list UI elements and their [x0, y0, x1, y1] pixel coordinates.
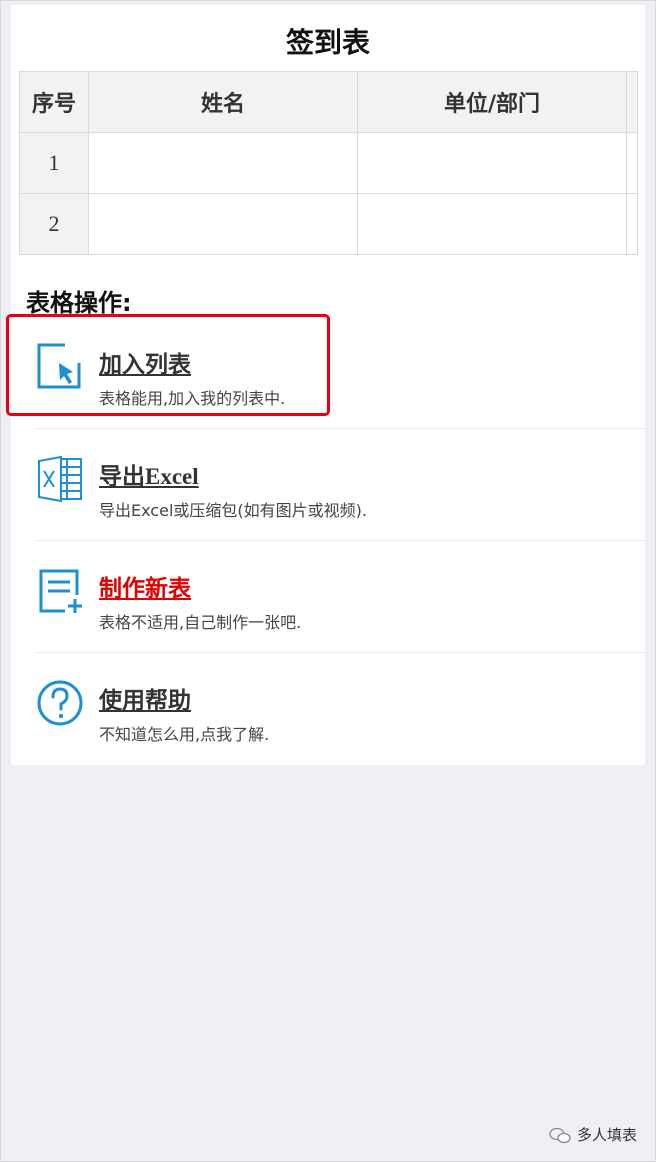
department-cell[interactable] — [357, 132, 627, 194]
row-index: 2 — [19, 193, 89, 255]
export-excel-label[interactable]: 导出Excel — [99, 457, 199, 491]
excel-icon — [35, 453, 87, 505]
extra-cell — [626, 132, 638, 194]
new-form-icon — [35, 565, 87, 617]
export-excel-action[interactable]: 导出Excel 导出Excel或压缩包(如有图片或视频). — [35, 429, 645, 541]
create-new-form-action[interactable]: 制作新表 表格不适用,自己制作一张吧. — [35, 541, 645, 653]
create-new-form-desc: 表格不适用,自己制作一张吧. — [99, 613, 302, 632]
name-cell[interactable] — [88, 193, 358, 255]
watermark-text: 多人填表 — [576, 1126, 637, 1144]
section-title: 表格操作: — [26, 289, 132, 317]
header-extra — [626, 71, 638, 133]
name-cell[interactable] — [88, 132, 358, 194]
help-action[interactable]: 使用帮助 不知道怎么用,点我了解. — [35, 653, 645, 765]
extra-cell — [626, 193, 638, 255]
header-name: 姓名 — [88, 71, 358, 133]
export-excel-desc: 导出Excel或压缩包(如有图片或视频). — [99, 501, 367, 520]
highlight-box — [6, 314, 330, 416]
table-row: 2 — [19, 193, 638, 255]
header-department: 单位/部门 — [357, 71, 627, 133]
header-index: 序号 — [19, 71, 89, 133]
help-label[interactable]: 使用帮助 — [99, 681, 191, 715]
department-cell[interactable] — [357, 193, 627, 255]
table-header-row: 序号 姓名 单位/部门 — [19, 71, 638, 133]
wechat-icon — [549, 1127, 571, 1143]
page-title: 签到表 — [285, 26, 370, 59]
sign-in-table: 序号 姓名 单位/部门 1 2 — [19, 71, 638, 255]
help-desc: 不知道怎么用,点我了解. — [99, 725, 270, 744]
help-icon — [35, 677, 87, 729]
watermark: 多人填表 — [549, 1124, 637, 1145]
create-new-form-label[interactable]: 制作新表 — [99, 569, 191, 603]
table-row: 1 — [19, 132, 638, 194]
row-index: 1 — [19, 132, 89, 194]
